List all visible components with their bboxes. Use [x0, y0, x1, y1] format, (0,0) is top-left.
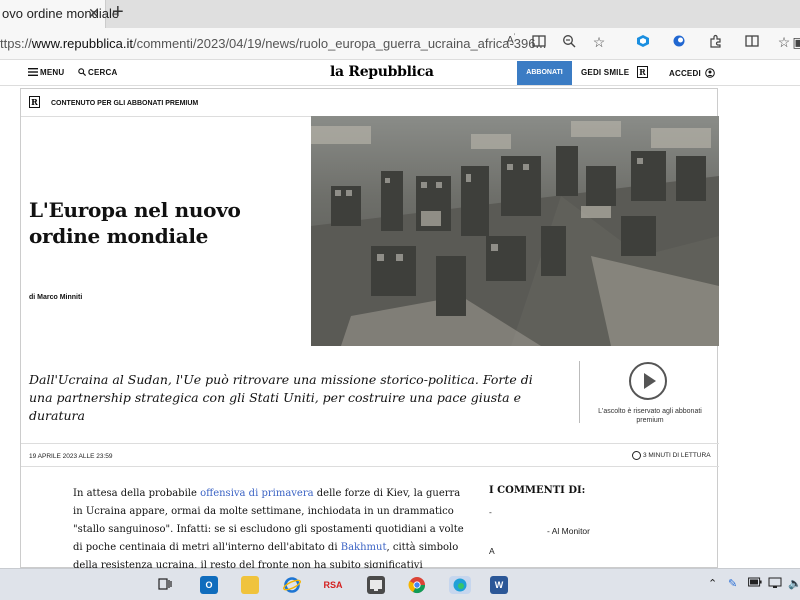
url-path: /commenti/2023/04/19/news/ruolo_europa_g… — [132, 36, 547, 51]
r-mark: R — [637, 66, 648, 78]
play-icon — [644, 373, 656, 389]
read-time: 3 MINUTI DI LETTURA — [632, 451, 711, 460]
zoom-icon[interactable] — [560, 34, 578, 51]
article-subhead: Dall'Ucraina al Sudan, l'Ue può ritrovar… — [29, 372, 533, 423]
sidebar-line: - — [489, 507, 492, 517]
read-aloud-icon[interactable]: Aʼ — [502, 34, 520, 47]
word-icon[interactable]: W — [490, 576, 508, 594]
browser-tab-strip: ovo ordine mondiale ✕ + — [0, 0, 800, 28]
address-bar: ttps://www.repubblica.it/commenti/2023/0… — [0, 28, 800, 60]
clock-icon — [632, 451, 641, 460]
menu-label: MENU — [40, 68, 65, 78]
immersive-reader-icon[interactable] — [530, 34, 548, 51]
close-icon[interactable]: ✕ — [88, 5, 100, 22]
divider — [21, 443, 719, 444]
premium-label: CONTENUTO PER GLI ABBONATI PREMIUM — [51, 100, 199, 107]
app-window-icon[interactable] — [367, 576, 385, 594]
windows-taskbar: O RSA W ⌃ ✎ 🔈 — [0, 568, 800, 600]
collections-icon[interactable]: ▣ — [790, 34, 800, 51]
battery-icon[interactable] — [748, 577, 762, 590]
chevron-up-icon[interactable]: ⌃ — [708, 577, 717, 590]
article-card: R CONTENUTO PER GLI ABBONATI PREMIUM L'E… — [20, 88, 719, 589]
hero-photo — [311, 116, 719, 346]
site-logo[interactable]: la Repubblica — [330, 64, 434, 80]
favorite-add-icon[interactable]: ☆ — [590, 34, 608, 51]
search-icon — [78, 68, 87, 78]
task-view-icon[interactable] — [156, 576, 174, 594]
audio-play-button[interactable] — [629, 362, 667, 400]
url-field[interactable]: ttps://www.repubblica.it/commenti/2023/0… — [0, 36, 546, 51]
rsa-app-icon[interactable]: RSA — [322, 576, 344, 594]
speaker-icon[interactable]: 🔈 — [788, 577, 800, 590]
edge-icon[interactable] — [449, 576, 471, 594]
divider — [21, 466, 719, 467]
outlook-icon[interactable]: O — [200, 576, 218, 594]
extension-shield-icon[interactable] — [634, 34, 652, 51]
network-icon[interactable] — [768, 577, 782, 592]
gedi-smile-link[interactable]: GEDI SMILE — [581, 68, 629, 77]
pen-icon[interactable]: ✎ — [728, 577, 737, 590]
hamburger-icon — [28, 68, 38, 78]
r-mark-link[interactable]: R — [637, 66, 648, 78]
browser-tab[interactable]: ovo ordine mondiale ✕ — [0, 0, 119, 28]
extensions-puzzle-icon[interactable] — [707, 34, 725, 51]
search-button[interactable]: CERCA — [78, 68, 117, 78]
split-screen-icon[interactable] — [743, 34, 761, 51]
audio-premium-note: L'ascolto è riservato agli abbonati prem… — [598, 408, 702, 424]
publish-date: 19 APRILE 2023 ALLE 23:59 — [29, 453, 113, 460]
internet-explorer-icon[interactable] — [283, 576, 301, 594]
file-explorer-icon[interactable] — [241, 576, 259, 594]
link-bakhmut[interactable]: Bakhmut — [341, 542, 387, 553]
read-time-label: 3 MINUTI DI LETTURA — [643, 452, 711, 460]
login-label: ACCEDI — [669, 69, 701, 79]
subscribe-button[interactable]: ABBONATI — [517, 61, 572, 85]
search-label: CERCA — [88, 68, 118, 78]
url-host: www.repubblica.it — [31, 36, 133, 51]
sidebar-line: A — [489, 546, 495, 556]
comments-heading: I COMMENTI DI: — [489, 485, 586, 496]
chrome-icon[interactable] — [408, 576, 426, 594]
premium-bar: R CONTENUTO PER GLI ABBONATI PREMIUM — [21, 89, 719, 117]
repubblica-page: MENU CERCA la Repubblica ABBONATI GEDI S… — [0, 60, 800, 589]
url-prefix: ttps:// — [0, 36, 32, 51]
sidebar-item-al-monitor[interactable]: - Al Monitor — [547, 526, 590, 536]
article-headline: L'Europa nel nuovo ordine mondiale — [29, 198, 241, 248]
ruined-city-image — [311, 116, 719, 346]
premium-badge: R — [29, 96, 40, 108]
divider — [579, 361, 580, 423]
tab-title: ovo ordine mondiale — [2, 6, 120, 21]
body-text: In attesa della probabile — [73, 488, 201, 499]
login-button[interactable]: ACCEDI — [669, 68, 716, 80]
article-byline[interactable]: di Marco Minniti — [29, 294, 82, 301]
user-icon — [705, 68, 716, 80]
site-header: MENU CERCA la Repubblica ABBONATI GEDI S… — [0, 60, 800, 86]
link-offensiva[interactable]: offensiva di primavera — [200, 488, 314, 499]
menu-button[interactable]: MENU — [28, 68, 64, 78]
new-tab-button[interactable]: + — [112, 1, 124, 24]
extension-blue-icon[interactable] — [670, 34, 688, 51]
